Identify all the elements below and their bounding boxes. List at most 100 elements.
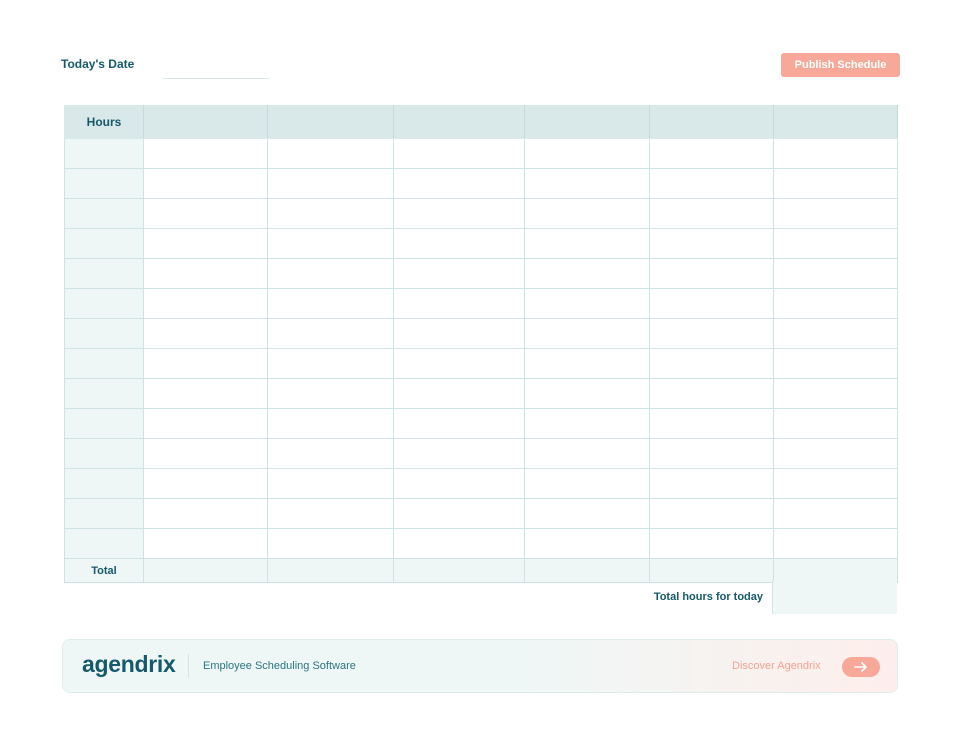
schedule-cell[interactable] [267, 498, 394, 529]
hour-cell[interactable] [64, 138, 144, 169]
schedule-cell[interactable] [393, 438, 525, 469]
schedule-cell[interactable] [393, 288, 525, 319]
schedule-cell[interactable] [649, 528, 774, 559]
schedule-cell[interactable] [267, 138, 394, 169]
schedule-cell[interactable] [143, 228, 268, 259]
hour-cell[interactable] [64, 228, 144, 259]
schedule-cell[interactable] [143, 408, 268, 439]
schedule-cell[interactable] [524, 498, 650, 529]
schedule-cell[interactable] [267, 318, 394, 349]
discover-arrow-button[interactable] [842, 657, 880, 677]
column-header[interactable] [524, 105, 650, 139]
schedule-cell[interactable] [773, 468, 898, 499]
schedule-cell[interactable] [267, 468, 394, 499]
schedule-cell[interactable] [393, 258, 525, 289]
schedule-cell[interactable] [143, 258, 268, 289]
schedule-cell[interactable] [649, 318, 774, 349]
schedule-cell[interactable] [393, 198, 525, 229]
total-cell[interactable] [524, 558, 650, 583]
hour-cell[interactable] [64, 498, 144, 529]
schedule-cell[interactable] [267, 168, 394, 199]
date-input[interactable] [163, 62, 269, 79]
schedule-cell[interactable] [524, 138, 650, 169]
hour-cell[interactable] [64, 288, 144, 319]
column-header[interactable] [267, 105, 394, 139]
schedule-cell[interactable] [143, 198, 268, 229]
total-cell[interactable] [267, 558, 394, 583]
schedule-cell[interactable] [773, 138, 898, 169]
schedule-cell[interactable] [524, 228, 650, 259]
schedule-cell[interactable] [649, 498, 774, 529]
hour-cell[interactable] [64, 468, 144, 499]
schedule-cell[interactable] [649, 468, 774, 499]
schedule-cell[interactable] [524, 378, 650, 409]
schedule-cell[interactable] [143, 438, 268, 469]
schedule-cell[interactable] [393, 378, 525, 409]
schedule-cell[interactable] [143, 468, 268, 499]
schedule-cell[interactable] [649, 288, 774, 319]
total-hours-value[interactable] [772, 581, 897, 614]
hour-cell[interactable] [64, 198, 144, 229]
publish-schedule-button[interactable]: Publish Schedule [781, 53, 900, 77]
schedule-cell[interactable] [524, 468, 650, 499]
schedule-cell[interactable] [524, 318, 650, 349]
schedule-cell[interactable] [773, 288, 898, 319]
hour-cell[interactable] [64, 348, 144, 379]
column-header[interactable] [393, 105, 525, 139]
schedule-cell[interactable] [773, 258, 898, 289]
schedule-cell[interactable] [773, 348, 898, 379]
schedule-cell[interactable] [143, 288, 268, 319]
schedule-cell[interactable] [393, 168, 525, 199]
schedule-cell[interactable] [393, 138, 525, 169]
schedule-cell[interactable] [267, 228, 394, 259]
schedule-cell[interactable] [267, 408, 394, 439]
hour-cell[interactable] [64, 258, 144, 289]
schedule-cell[interactable] [524, 348, 650, 379]
schedule-cell[interactable] [773, 168, 898, 199]
schedule-cell[interactable] [649, 408, 774, 439]
schedule-cell[interactable] [773, 408, 898, 439]
column-header[interactable] [649, 105, 774, 139]
schedule-cell[interactable] [773, 438, 898, 469]
schedule-cell[interactable] [393, 468, 525, 499]
schedule-cell[interactable] [524, 198, 650, 229]
schedule-cell[interactable] [773, 318, 898, 349]
schedule-cell[interactable] [649, 168, 774, 199]
total-cell[interactable] [143, 558, 268, 583]
schedule-cell[interactable] [773, 378, 898, 409]
schedule-cell[interactable] [393, 318, 525, 349]
schedule-cell[interactable] [524, 408, 650, 439]
schedule-cell[interactable] [393, 498, 525, 529]
schedule-cell[interactable] [773, 498, 898, 529]
schedule-cell[interactable] [143, 138, 268, 169]
schedule-cell[interactable] [524, 258, 650, 289]
brand-logo[interactable]: agendrix [82, 651, 176, 678]
schedule-cell[interactable] [267, 378, 394, 409]
schedule-cell[interactable] [649, 198, 774, 229]
schedule-cell[interactable] [649, 258, 774, 289]
discover-agendrix-link[interactable]: Discover Agendrix [732, 660, 821, 672]
hour-cell[interactable] [64, 528, 144, 559]
schedule-cell[interactable] [143, 168, 268, 199]
hour-cell[interactable] [64, 378, 144, 409]
total-cell[interactable] [773, 558, 898, 583]
schedule-cell[interactable] [143, 498, 268, 529]
schedule-cell[interactable] [267, 528, 394, 559]
schedule-cell[interactable] [524, 288, 650, 319]
schedule-cell[interactable] [143, 528, 268, 559]
column-header[interactable] [143, 105, 268, 139]
schedule-cell[interactable] [143, 348, 268, 379]
schedule-cell[interactable] [267, 258, 394, 289]
schedule-cell[interactable] [524, 168, 650, 199]
schedule-cell[interactable] [393, 228, 525, 259]
schedule-cell[interactable] [267, 288, 394, 319]
schedule-cell[interactable] [524, 438, 650, 469]
schedule-cell[interactable] [143, 318, 268, 349]
schedule-cell[interactable] [773, 228, 898, 259]
schedule-cell[interactable] [267, 438, 394, 469]
hour-cell[interactable] [64, 318, 144, 349]
schedule-cell[interactable] [649, 348, 774, 379]
schedule-cell[interactable] [649, 438, 774, 469]
schedule-cell[interactable] [649, 228, 774, 259]
schedule-cell[interactable] [524, 528, 650, 559]
